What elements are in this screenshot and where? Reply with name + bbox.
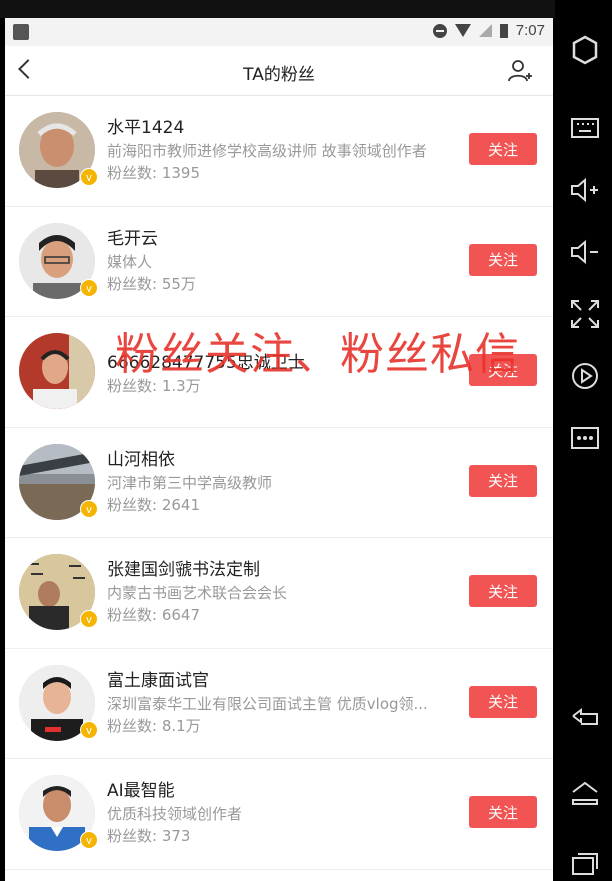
fan-desc: 优质科技领域创作者 <box>107 805 243 823</box>
fan-name[interactable]: 水平1424 <box>107 116 443 140</box>
avatar[interactable] <box>19 333 95 409</box>
follow-button[interactable]: 关注 <box>469 133 537 165</box>
verified-badge-icon: v <box>80 720 98 739</box>
verified-badge-icon: v <box>80 278 98 297</box>
list-item[interactable]: v 张建国剑虢书法定制 内蒙古书画艺术联合会会长 粉丝数: 6647 关注 <box>5 538 553 649</box>
status-bar: 7:07 <box>5 18 553 46</box>
fan-name[interactable]: 张建国剑虢书法定制 <box>107 558 443 582</box>
fan-count: 粉丝数: 1.3万 <box>107 377 201 395</box>
keyboard-icon[interactable] <box>569 112 601 144</box>
fan-name[interactable]: 666628477755忠诚卫士 <box>107 351 443 375</box>
follow-button[interactable]: 关注 <box>469 464 537 497</box>
avatar-container: v <box>19 222 98 299</box>
avatar-container: v <box>19 775 98 851</box>
follow-button[interactable]: 关注 <box>469 354 537 386</box>
list-item[interactable]: v 水平1424 前海阳市教师进修学校高级讲师 故事领域创作者 粉丝数: 139… <box>5 96 553 207</box>
nav-bar: TA的粉丝 <box>5 46 553 96</box>
fan-desc: 深圳富泰华工业有限公司面试主管 优质vlog领... <box>107 694 428 713</box>
fan-info: 富土康面试官 深圳富泰华工业有限公司面试主管 优质vlog领... 粉丝数: 8… <box>107 669 443 737</box>
fan-name[interactable]: 毛开云 <box>107 227 443 251</box>
fan-info: 水平1424 前海阳市教师进修学校高级讲师 故事领域创作者 粉丝数: 1395 <box>107 116 443 184</box>
fan-count: 粉丝数: 2641 <box>107 495 200 514</box>
power-icon[interactable] <box>569 34 601 66</box>
back-nav-icon[interactable] <box>569 700 601 732</box>
avatar-container: v <box>19 443 98 520</box>
more-icon[interactable] <box>569 422 601 454</box>
fan-name[interactable]: 山河相依 <box>107 448 443 472</box>
list-item[interactable]: v AI最智能 优质科技领域创作者 粉丝数: 373 关注 <box>5 759 553 870</box>
wifi-icon <box>454 24 471 37</box>
fan-info: 山河相依 河津市第三中学高级教师 粉丝数: 2641 <box>107 448 443 516</box>
emulator-toolbar <box>555 0 612 881</box>
fan-desc: 内蒙古书画艺术联合会会长 <box>107 584 288 602</box>
status-time: 7:07 <box>515 22 545 39</box>
fan-info: 张建国剑虢书法定制 内蒙古书画艺术联合会会长 粉丝数: 6647 <box>107 558 443 626</box>
fan-count: 粉丝数: 55万 <box>107 274 196 293</box>
verified-badge-icon: v <box>80 168 98 186</box>
fan-count: 粉丝数: 1395 <box>107 164 200 182</box>
fan-name[interactable]: AI最智能 <box>107 779 443 803</box>
fan-count: 粉丝数: 373 <box>107 827 191 845</box>
follow-button[interactable]: 关注 <box>469 243 537 276</box>
fan-info: 毛开云 媒体人 粉丝数: 55万 <box>107 227 443 295</box>
avatar-container: v <box>19 554 98 630</box>
verified-badge-icon: v <box>80 831 98 849</box>
recent-apps-icon[interactable] <box>569 848 601 880</box>
battery-icon <box>499 23 508 38</box>
phone-screen: 7:07 TA的粉丝 v 水平1424 前海阳市教师进修学校高级讲师 故事领域创… <box>5 18 553 881</box>
volume-up-icon[interactable] <box>569 174 601 206</box>
fan-name[interactable]: 富土康面试官 <box>107 669 443 693</box>
list-item[interactable]: v 富土康面试官 深圳富泰华工业有限公司面试主管 优质vlog领... 粉丝数:… <box>5 649 553 759</box>
list-item[interactable]: v 毛开云 媒体人 粉丝数: 55万 关注 <box>5 207 553 317</box>
do-not-disturb-icon <box>432 23 447 38</box>
fan-info: AI最智能 优质科技领域创作者 粉丝数: 373 <box>107 779 443 847</box>
rotate-icon[interactable] <box>569 360 601 392</box>
follow-button[interactable]: 关注 <box>469 575 537 607</box>
verified-badge-icon: v <box>80 499 98 518</box>
fan-count: 粉丝数: 8.1万 <box>107 716 201 735</box>
avatar-container: v <box>19 112 98 188</box>
fan-desc: 河津市第三中学高级教师 <box>107 473 273 492</box>
add-user-icon[interactable] <box>507 58 533 84</box>
fan-count: 粉丝数: 6647 <box>107 606 200 624</box>
fan-info: 666628477755忠诚卫士 粉丝数: 1.3万 <box>107 351 443 397</box>
home-icon[interactable] <box>569 778 601 810</box>
follow-button[interactable]: 关注 <box>469 796 537 828</box>
top-strip <box>0 0 612 18</box>
signal-icon <box>478 24 492 37</box>
fullscreen-icon[interactable] <box>569 298 601 330</box>
page-title: TA的粉丝 <box>243 65 315 85</box>
fans-list: v 水平1424 前海阳市教师进修学校高级讲师 故事领域创作者 粉丝数: 139… <box>5 96 553 870</box>
status-icons: 7:07 <box>432 22 545 39</box>
verified-badge-icon: v <box>80 610 98 628</box>
list-item[interactable]: v 山河相依 河津市第三中学高级教师 粉丝数: 2641 关注 <box>5 428 553 538</box>
volume-down-icon[interactable] <box>569 236 601 268</box>
fan-desc: 前海阳市教师进修学校高级讲师 故事领域创作者 <box>107 142 427 160</box>
avatar-container: v <box>19 664 98 741</box>
avatar-container <box>19 333 95 409</box>
follow-button[interactable]: 关注 <box>469 685 537 718</box>
notification-icon <box>13 24 29 40</box>
fan-desc: 媒体人 <box>107 252 153 271</box>
list-item[interactable]: 666628477755忠诚卫士 粉丝数: 1.3万 关注 <box>5 317 553 428</box>
